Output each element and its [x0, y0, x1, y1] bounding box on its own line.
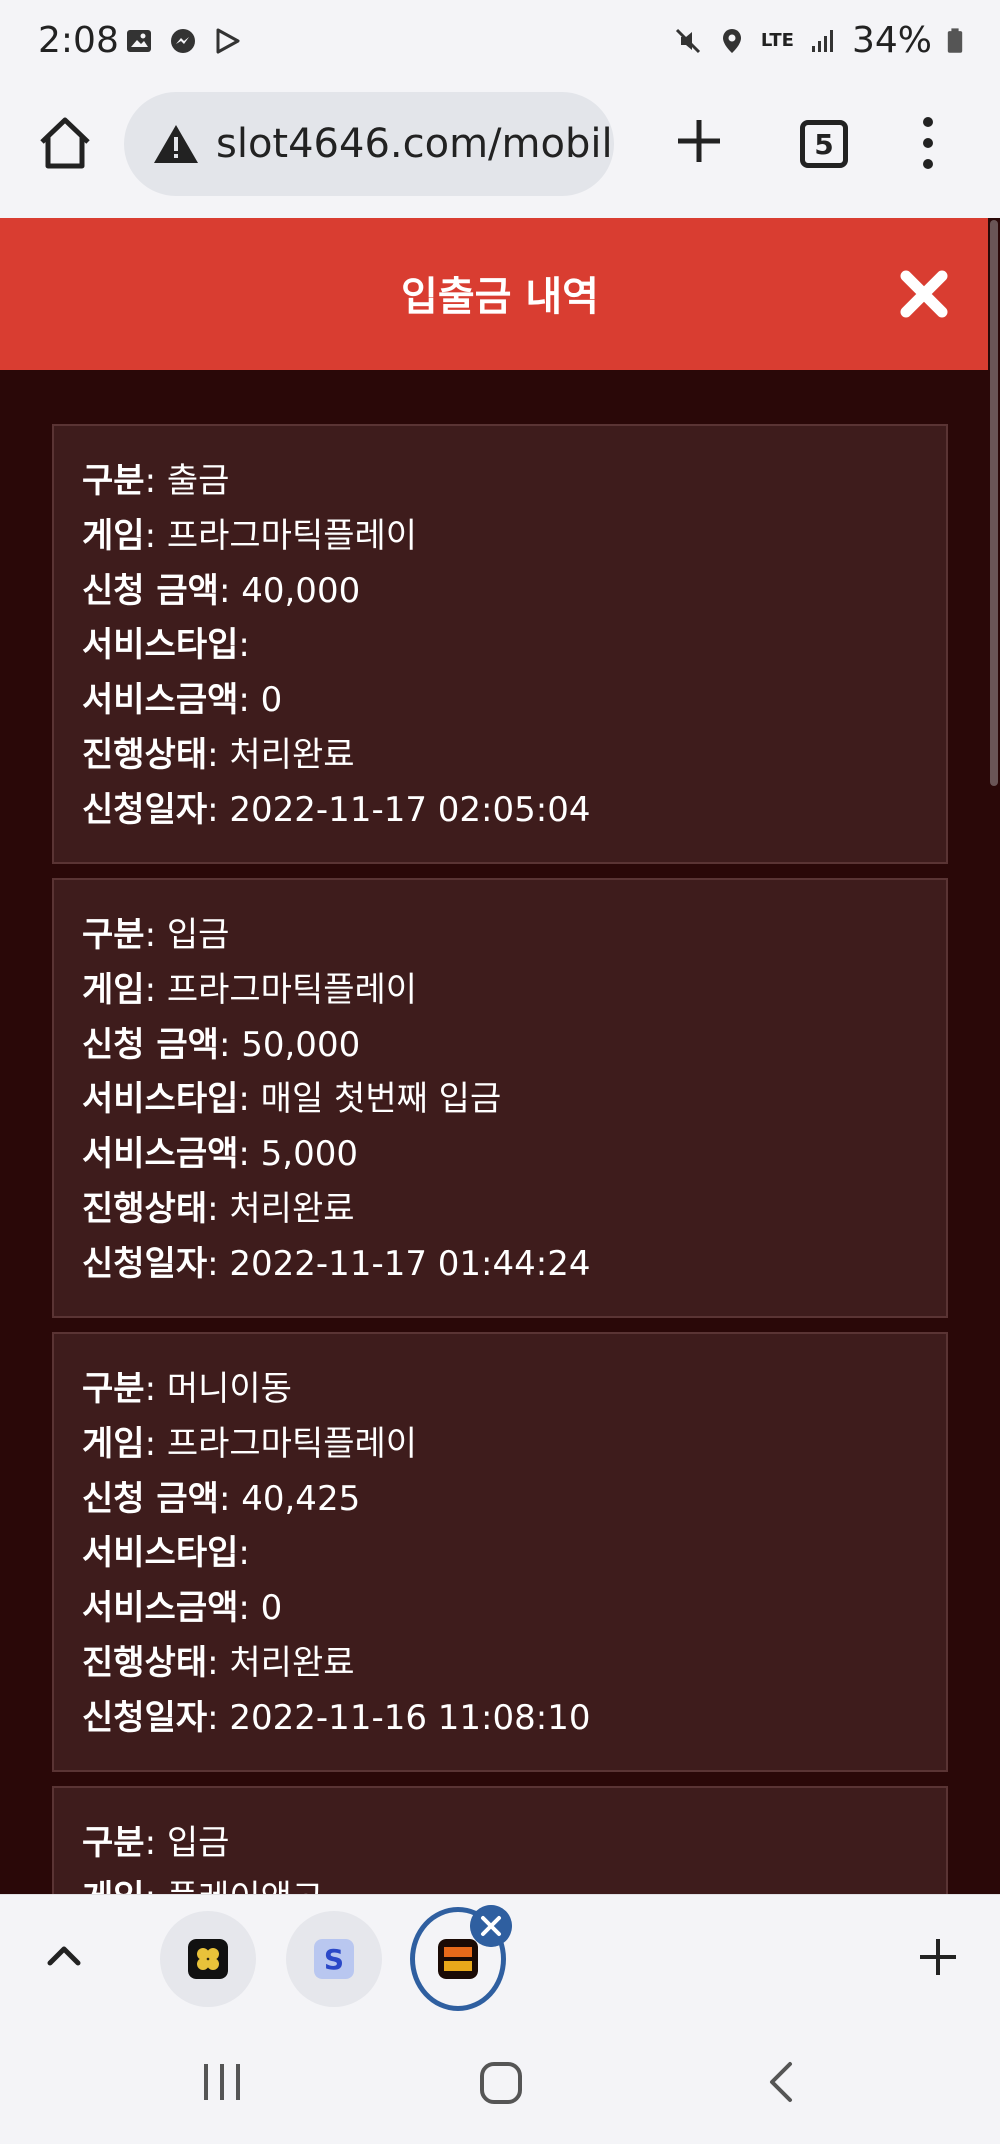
more-menu-icon[interactable]: [910, 114, 946, 172]
warning-icon[interactable]: [152, 122, 200, 166]
scrollbar-thumb[interactable]: [990, 220, 998, 786]
type-label: 구분: [82, 1823, 145, 1863]
date-value: 2022-11-17 02:05:04: [229, 789, 591, 830]
address-bar[interactable]: slot4646.com/mobil: [124, 92, 614, 196]
home-icon[interactable]: [34, 112, 96, 174]
status-label: 진행상태: [82, 1642, 208, 1683]
location-icon: [722, 28, 741, 53]
type-value: 머니이동: [166, 1369, 292, 1409]
service-type-label: 서비스타입: [82, 1533, 239, 1574]
game-value: 플레이앤고: [167, 1878, 323, 1894]
date-value: 2022-11-16 11:08:10: [229, 1697, 591, 1738]
amount-value: 40,000: [241, 570, 361, 611]
browser-toolbar: slot4646.com/mobil 5: [0, 86, 1000, 218]
date-label: 신청일자: [82, 789, 208, 830]
service-amount-value: 5,000: [260, 1134, 359, 1175]
status-value: 처리완료: [229, 1642, 355, 1683]
date-label: 신청일자: [82, 1243, 208, 1284]
messenger-notification-icon: [171, 29, 195, 53]
game-label: 게임: [82, 1423, 145, 1464]
game-label: 게임: [82, 969, 145, 1010]
service-amount-value: 0: [260, 1588, 283, 1629]
service-type-label: 서비스타입: [82, 625, 239, 666]
service-amount-value: 0: [260, 680, 283, 721]
url-text[interactable]: slot4646.com/mobil: [216, 121, 613, 167]
amount-label: 신청 금액: [82, 1024, 219, 1065]
status-time: 2:08: [38, 20, 119, 61]
signal-icon: [811, 29, 833, 52]
transaction-card: 구분: 입금 게임: 프라그마틱플레이 신청 금액: 50,000 서비스타입:…: [52, 878, 948, 1318]
recents-icon[interactable]: [200, 2062, 246, 2102]
service-amount-label: 서비스금액: [82, 1134, 239, 1175]
chevron-up-icon[interactable]: [42, 1933, 86, 1977]
close-icon[interactable]: [898, 268, 950, 320]
tab-favicon-clover[interactable]: [160, 1911, 256, 2007]
slot-favicon-icon: [438, 1939, 478, 1979]
clover-favicon-icon: [188, 1939, 228, 1979]
type-label: 구분: [82, 461, 145, 501]
date-label: 신청일자: [82, 1697, 208, 1738]
date-value: 2022-11-17 01:44:24: [229, 1243, 591, 1284]
mute-icon: [675, 28, 700, 53]
page-header: 입출금 내역: [0, 218, 1000, 370]
transaction-card: 구분: 입금 게임: 플레이앤고: [52, 1786, 948, 1894]
page-content: 입출금 내역 구분: 출금 게임: 프라그마틱플레이 신청 금액: 40,000…: [0, 218, 1000, 1894]
amount-value: 50,000: [241, 1024, 361, 1065]
tab-switcher-button[interactable]: 5: [800, 120, 848, 168]
transaction-list: 구분: 출금 게임: 프라그마틱플레이 신청 금액: 40,000 서비스타입:…: [52, 424, 948, 1894]
close-tab-icon[interactable]: [470, 1905, 512, 1947]
battery-icon: [947, 27, 963, 53]
page-title: 입출금 내역: [401, 274, 599, 320]
status-bar: 2:08 LTE 34%: [0, 0, 1000, 86]
status-value: 처리완료: [229, 734, 355, 775]
type-label: 구분: [82, 1369, 145, 1409]
tab-favicon-s[interactable]: S: [286, 1911, 382, 2007]
status-value: 처리완료: [229, 1188, 355, 1229]
add-tab-icon[interactable]: [914, 1933, 962, 1981]
network-type: LTE: [760, 29, 794, 51]
system-nav-bar: [0, 2020, 1000, 2144]
type-value: 출금: [166, 461, 230, 501]
game-value: 프라그마틱플레이: [166, 1423, 418, 1464]
amount-label: 신청 금액: [82, 570, 219, 611]
service-amount-label: 서비스금액: [82, 1588, 239, 1629]
transaction-card: 구분: 머니이동 게임: 프라그마틱플레이 신청 금액: 40,425 서비스타…: [52, 1332, 948, 1772]
game-label: 게임: [82, 1878, 145, 1894]
type-value: 입금: [166, 915, 230, 955]
type-label: 구분: [82, 915, 145, 955]
service-amount-label: 서비스금액: [82, 680, 239, 721]
gallery-notification-icon: [127, 30, 151, 52]
tab-strip: S: [0, 1894, 1000, 2020]
nav-home-icon[interactable]: [478, 2060, 524, 2106]
play-store-notification-icon: [216, 28, 240, 54]
s-favicon-icon: S: [314, 1939, 354, 1979]
service-type-label: 서비스타입: [82, 1079, 239, 1120]
scrollbar[interactable]: [988, 218, 1000, 1894]
back-icon[interactable]: [762, 2058, 802, 2106]
amount-label: 신청 금액: [82, 1478, 219, 1519]
game-value: 프라그마틱플레이: [166, 515, 418, 556]
service-type-value: 매일 첫번째 입금: [260, 1079, 502, 1120]
type-value: 입금: [166, 1823, 230, 1863]
status-label: 진행상태: [82, 734, 208, 775]
game-value: 프라그마틱플레이: [166, 969, 418, 1010]
new-tab-icon[interactable]: [672, 114, 726, 168]
svg-text:S: S: [324, 1943, 344, 1976]
transaction-card: 구분: 출금 게임: 프라그마틱플레이 신청 금액: 40,000 서비스타입:…: [52, 424, 948, 864]
battery-percent: 34%: [851, 20, 932, 61]
amount-value: 40,425: [241, 1478, 361, 1519]
status-label: 진행상태: [82, 1188, 208, 1229]
game-label: 게임: [82, 515, 145, 556]
